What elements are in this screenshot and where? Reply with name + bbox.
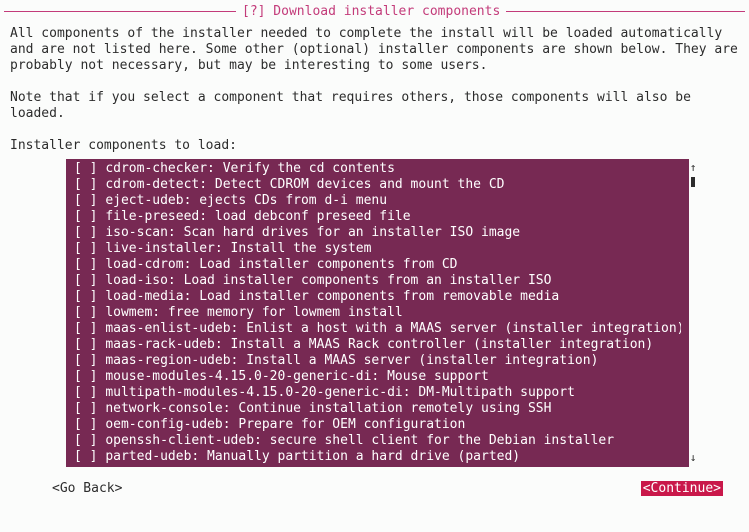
- list-item-label: maas-rack-udeb: Install a MAAS Rack cont…: [105, 337, 653, 353]
- scroll-up-icon[interactable]: ↑: [690, 161, 697, 175]
- list-item-label: oem-config-udeb: Prepare for OEM configu…: [105, 417, 465, 433]
- checkbox[interactable]: [ ]: [74, 193, 105, 209]
- list-item[interactable]: [ ] oem-config-udeb: Prepare for OEM con…: [74, 417, 681, 433]
- list-item-label: iso-scan: Scan hard drives for an instal…: [105, 225, 520, 241]
- list-item-label: live-installer: Install the system: [105, 241, 371, 257]
- dialog-title: [?] Download installer components: [236, 4, 506, 19]
- list-item[interactable]: [ ] openssh-client-udeb: secure shell cl…: [74, 433, 681, 449]
- list-item[interactable]: [ ] mouse-modules-4.15.0-20-generic-di: …: [74, 369, 681, 385]
- list-item-label: network-console: Continue installation r…: [105, 401, 551, 417]
- list-item[interactable]: [ ] load-cdrom: Load installer component…: [74, 257, 681, 273]
- list-item-label: maas-region-udeb: Install a MAAS server …: [105, 353, 598, 369]
- dialog-body: All components of the installer needed t…: [0, 20, 749, 496]
- checkbox[interactable]: [ ]: [74, 385, 105, 401]
- list-item[interactable]: [ ] maas-rack-udeb: Install a MAAS Rack …: [74, 337, 681, 353]
- frame-line-right: [506, 11, 745, 12]
- list-item-label: file-preseed: load debconf preseed file: [105, 209, 410, 225]
- list-item-label: multipath-modules-4.15.0-20-generic-di: …: [105, 385, 575, 401]
- checkbox[interactable]: [ ]: [74, 177, 105, 193]
- list-item-label: load-cdrom: Load installer components fr…: [105, 257, 457, 273]
- list-item-label: load-iso: Load installer components from…: [105, 273, 551, 289]
- list-prompt: Installer components to load:: [10, 138, 739, 153]
- description-para-2: Note that if you select a component that…: [10, 90, 739, 122]
- list-item[interactable]: [ ] multipath-modules-4.15.0-20-generic-…: [74, 385, 681, 401]
- list-item-label: lowmem: free memory for lowmem install: [105, 305, 402, 321]
- checkbox[interactable]: [ ]: [74, 369, 105, 385]
- list-item[interactable]: [ ] eject-udeb: ejects CDs from d-i menu: [74, 193, 681, 209]
- list-item[interactable]: [ ] maas-enlist-udeb: Enlist a host with…: [74, 321, 681, 337]
- checkbox[interactable]: [ ]: [74, 209, 105, 225]
- list-item-label: eject-udeb: ejects CDs from d-i menu: [105, 193, 387, 209]
- checkbox[interactable]: [ ]: [74, 353, 105, 369]
- list-item[interactable]: [ ] iso-scan: Scan hard drives for an in…: [74, 225, 681, 241]
- checkbox[interactable]: [ ]: [74, 321, 105, 337]
- checkbox[interactable]: [ ]: [74, 161, 105, 177]
- dialog-frame: [?] Download installer components All co…: [0, 2, 749, 496]
- scrollbar[interactable]: ↑ ↓: [689, 159, 697, 467]
- checkbox[interactable]: [ ]: [74, 225, 105, 241]
- scroll-track[interactable]: [692, 175, 695, 451]
- checkbox[interactable]: [ ]: [74, 257, 105, 273]
- frame-line-left: [4, 11, 236, 12]
- list-item-label: openssh-client-udeb: secure shell client…: [105, 433, 614, 449]
- checkbox[interactable]: [ ]: [74, 305, 105, 321]
- title-row: [?] Download installer components: [0, 2, 749, 20]
- list-item[interactable]: [ ] load-media: Load installer component…: [74, 289, 681, 305]
- list-item[interactable]: [ ] parted-udeb: Manually partition a ha…: [74, 449, 681, 465]
- component-list-wrap: [ ] cdrom-checker: Verify the cd content…: [66, 159, 697, 467]
- checkbox[interactable]: [ ]: [74, 241, 105, 257]
- list-item[interactable]: [ ] maas-region-udeb: Install a MAAS ser…: [74, 353, 681, 369]
- checkbox[interactable]: [ ]: [74, 449, 105, 465]
- list-item-label: load-media: Load installer components fr…: [105, 289, 559, 305]
- button-row: <Go Back> <Continue>: [10, 467, 739, 496]
- list-item[interactable]: [ ] lowmem: free memory for lowmem insta…: [74, 305, 681, 321]
- list-item[interactable]: [ ] file-preseed: load debconf preseed f…: [74, 209, 681, 225]
- checkbox[interactable]: [ ]: [74, 401, 105, 417]
- component-list[interactable]: [ ] cdrom-checker: Verify the cd content…: [66, 159, 689, 467]
- go-back-button[interactable]: <Go Back>: [52, 481, 122, 496]
- scroll-thumb[interactable]: [691, 177, 695, 187]
- checkbox[interactable]: [ ]: [74, 337, 105, 353]
- description-para-1: All components of the installer needed t…: [10, 26, 739, 74]
- list-item-label: mouse-modules-4.15.0-20-generic-di: Mous…: [105, 369, 489, 385]
- list-item-label: cdrom-detect: Detect CDROM devices and m…: [105, 177, 504, 193]
- list-item[interactable]: [ ] cdrom-detect: Detect CDROM devices a…: [74, 177, 681, 193]
- list-item[interactable]: [ ] network-console: Continue installati…: [74, 401, 681, 417]
- list-item-label: maas-enlist-udeb: Enlist a host with a M…: [105, 321, 681, 337]
- scroll-down-icon[interactable]: ↓: [690, 451, 697, 465]
- checkbox[interactable]: [ ]: [74, 417, 105, 433]
- checkbox[interactable]: [ ]: [74, 289, 105, 305]
- list-item[interactable]: [ ] live-installer: Install the system: [74, 241, 681, 257]
- list-item[interactable]: [ ] cdrom-checker: Verify the cd content…: [74, 161, 681, 177]
- list-item-label: parted-udeb: Manually partition a hard d…: [105, 449, 520, 465]
- list-item[interactable]: [ ] load-iso: Load installer components …: [74, 273, 681, 289]
- list-item-label: cdrom-checker: Verify the cd contents: [105, 161, 395, 177]
- checkbox[interactable]: [ ]: [74, 433, 105, 449]
- continue-button[interactable]: <Continue>: [641, 481, 723, 496]
- checkbox[interactable]: [ ]: [74, 273, 105, 289]
